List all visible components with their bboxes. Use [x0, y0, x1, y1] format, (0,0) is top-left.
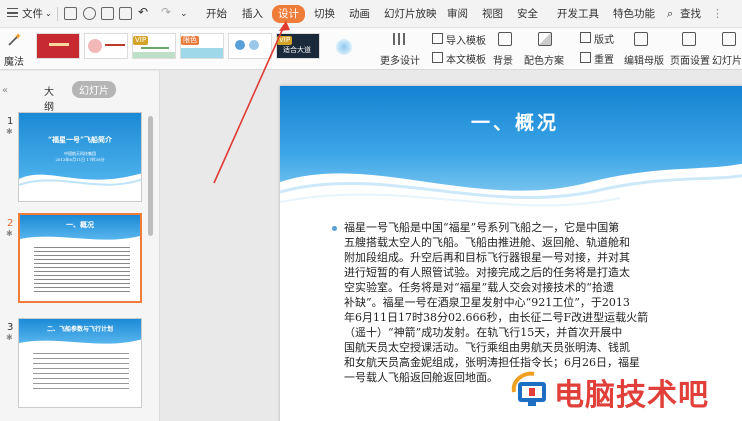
slide-number: 3 — [7, 322, 14, 333]
vip-badge: VIP — [277, 36, 293, 45]
thumb-text-block — [34, 247, 130, 295]
reset-icon[interactable] — [580, 52, 591, 63]
body-line: （遥十）“神箭”成功发射。在轨飞行15天，并首次开展中 — [344, 326, 623, 339]
magic-button[interactable]: 魔法 — [4, 53, 24, 68]
tab-home[interactable]: 开始 — [206, 6, 227, 22]
thumb-text: 适合大道 — [283, 46, 311, 54]
slides-pane: « 大纲 幻灯片 1 ✱ “福星一号”飞船简介 中国航天科技集团 2013年6月… — [0, 71, 160, 421]
tab-transitions[interactable]: 切换 — [314, 6, 335, 22]
customize-chevron-icon[interactable]: ⌄ — [180, 6, 188, 22]
body-template-icon[interactable] — [432, 52, 443, 63]
save-icon[interactable] — [64, 7, 77, 20]
share-icon[interactable] — [83, 7, 96, 20]
color-badge: 限色 — [181, 36, 199, 45]
tab-view[interactable]: 视图 — [482, 6, 503, 22]
thumb-title: 一、概况 — [66, 220, 94, 229]
design-thumb-3[interactable]: VIP — [132, 33, 176, 59]
slide-thumb-3[interactable]: 二、飞船参数与飞行计划 — [18, 318, 142, 408]
animation-star-icon: ✱ — [6, 333, 13, 342]
tab-slides[interactable]: 幻灯片 — [72, 81, 116, 98]
body-line: 国航天员太空授课活动。飞行乘组由男航天员张明涛、钱凯 — [344, 341, 630, 354]
print-icon[interactable] — [101, 7, 114, 20]
design-thumb-6[interactable]: VIP 适合大道 — [276, 33, 320, 59]
slide-size-button[interactable]: 幻灯片大 — [712, 52, 742, 67]
computer-logo-icon — [511, 371, 546, 406]
color-scheme-icon[interactable] — [538, 32, 552, 46]
layout-button[interactable]: 版式 — [594, 31, 614, 46]
menu-bar: 文件 ⌄ ↶ ↷ ⌄ 开始 插入 设计 切换 动画 幻灯片放映 审阅 视图 安全… — [0, 0, 742, 28]
thumb-text-block — [33, 353, 129, 393]
watermark-text: 电脑技术吧 — [554, 378, 709, 413]
collapse-pane-icon[interactable]: « — [2, 85, 8, 96]
more-design-button[interactable]: 更多设计 — [380, 52, 420, 67]
edit-master-button[interactable]: 编辑母版 — [624, 52, 664, 67]
import-template-button[interactable]: 导入模板 — [446, 32, 486, 47]
tab-developer[interactable]: 开发工具 — [557, 6, 599, 22]
more-design-icon[interactable] — [393, 33, 405, 45]
chevron-down-icon[interactable]: ⌄ — [45, 6, 52, 22]
tab-slideshow[interactable]: 幻灯片放映 — [384, 6, 437, 22]
body-line: 附加段组成。升空后再和目标飞行器银星一号对接，并对其 — [344, 251, 630, 264]
body-line: 福星一号飞船是中国“福星”号系列飞船之一，它是中国第 — [344, 221, 620, 234]
slide-size-icon[interactable] — [722, 32, 736, 46]
bullet-icon — [332, 226, 337, 231]
search-icon[interactable]: ⌕ — [667, 6, 673, 22]
background-icon[interactable] — [498, 32, 512, 46]
body-template-button[interactable]: 本文模板 — [446, 51, 486, 66]
slide-thumb-1[interactable]: “福星一号”飞船简介 中国航天科技集团 2013年6月11日 17时38分 — [18, 112, 142, 202]
vip-badge: VIP — [133, 36, 149, 45]
wave-decoration — [19, 173, 141, 201]
design-ribbon: 魔法 VIP 限色 VIP 适合大道 更多设计 导入模板 本文模板 背景 配色方… — [0, 28, 742, 70]
page-setup-button[interactable]: 页面设置 — [670, 52, 710, 67]
animation-star-icon: ✱ — [6, 127, 13, 136]
slide-number: 1 — [7, 116, 14, 127]
tab-special[interactable]: 特色功能 — [613, 6, 655, 22]
print-preview-icon[interactable] — [119, 7, 132, 20]
tab-security[interactable]: 安全 — [517, 6, 538, 22]
search-button[interactable]: 查找 — [680, 6, 701, 22]
slide-thumb-2[interactable]: 一、概况 — [18, 213, 142, 303]
undo-icon[interactable]: ↶ — [138, 4, 148, 20]
tab-review[interactable]: 审阅 — [447, 6, 468, 22]
design-thumb-5[interactable] — [228, 33, 272, 59]
slide-title[interactable]: 一、概况 — [280, 108, 742, 135]
background-button[interactable]: 背景 — [493, 52, 513, 67]
design-thumb-1[interactable] — [36, 33, 80, 59]
thumb-title: “福星一号”飞船简介 — [47, 135, 113, 144]
wave-decoration — [280, 163, 742, 222]
file-menu[interactable]: 文件 — [22, 6, 43, 22]
more-icon[interactable]: ⋮ — [712, 6, 723, 22]
edit-master-icon[interactable] — [634, 32, 648, 46]
reset-button[interactable]: 重置 — [594, 51, 614, 66]
body-line: 补缺”。福星一号在酒泉卫星发射中心“921工位”，于2013 — [344, 296, 630, 309]
tab-animations[interactable]: 动画 — [349, 6, 370, 22]
wave-decoration — [20, 235, 140, 247]
tab-design[interactable]: 设计 — [272, 5, 305, 23]
menu-icon-mid — [7, 12, 18, 14]
slide-number: 2 — [7, 218, 14, 229]
tab-outline[interactable]: 大纲 — [44, 83, 54, 113]
color-scheme-button[interactable]: 配色方案 — [524, 52, 564, 67]
page-setup-icon[interactable] — [682, 32, 696, 46]
design-thumb-2[interactable] — [84, 33, 128, 59]
body-line: 五艘搭载太空人的飞船。飞船由推进舱、返回舱、轨道舱和 — [344, 236, 630, 249]
site-watermark: 电脑技术吧 — [506, 368, 742, 414]
import-template-icon[interactable] — [432, 33, 443, 44]
separator — [57, 7, 58, 21]
wave-decoration — [19, 339, 141, 351]
design-thumb-7[interactable] — [324, 33, 368, 59]
layout-icon[interactable] — [580, 32, 591, 43]
tab-insert[interactable]: 插入 — [242, 6, 263, 22]
redo-icon[interactable]: ↷ — [161, 4, 171, 20]
thumb-title: 二、飞船参数与飞行计划 — [46, 326, 113, 333]
body-line: 空实验室。任务将是对“福星”载人交会对接技术的“拾遗 — [344, 281, 614, 294]
slide-body-text[interactable]: 福星一号飞船是中国“福星”号系列飞船之一，它是中国第 五艘搭载太空人的飞船。飞船… — [344, 220, 704, 385]
body-line: 年6月11日17时38分02.666秒，由长征二号F改进型运载火箭 — [344, 311, 649, 324]
thumb-subtitle: 2013年6月11日 17时38分 — [55, 157, 105, 162]
animation-star-icon: ✱ — [6, 229, 13, 238]
pane-scrollbar[interactable] — [148, 116, 153, 236]
magic-wand-icon[interactable] — [6, 32, 22, 48]
body-line: 进行短暂的有人照管试验。对接完成之后的任务将是打造太 — [344, 266, 630, 279]
design-thumb-4[interactable]: 限色 — [180, 33, 224, 59]
